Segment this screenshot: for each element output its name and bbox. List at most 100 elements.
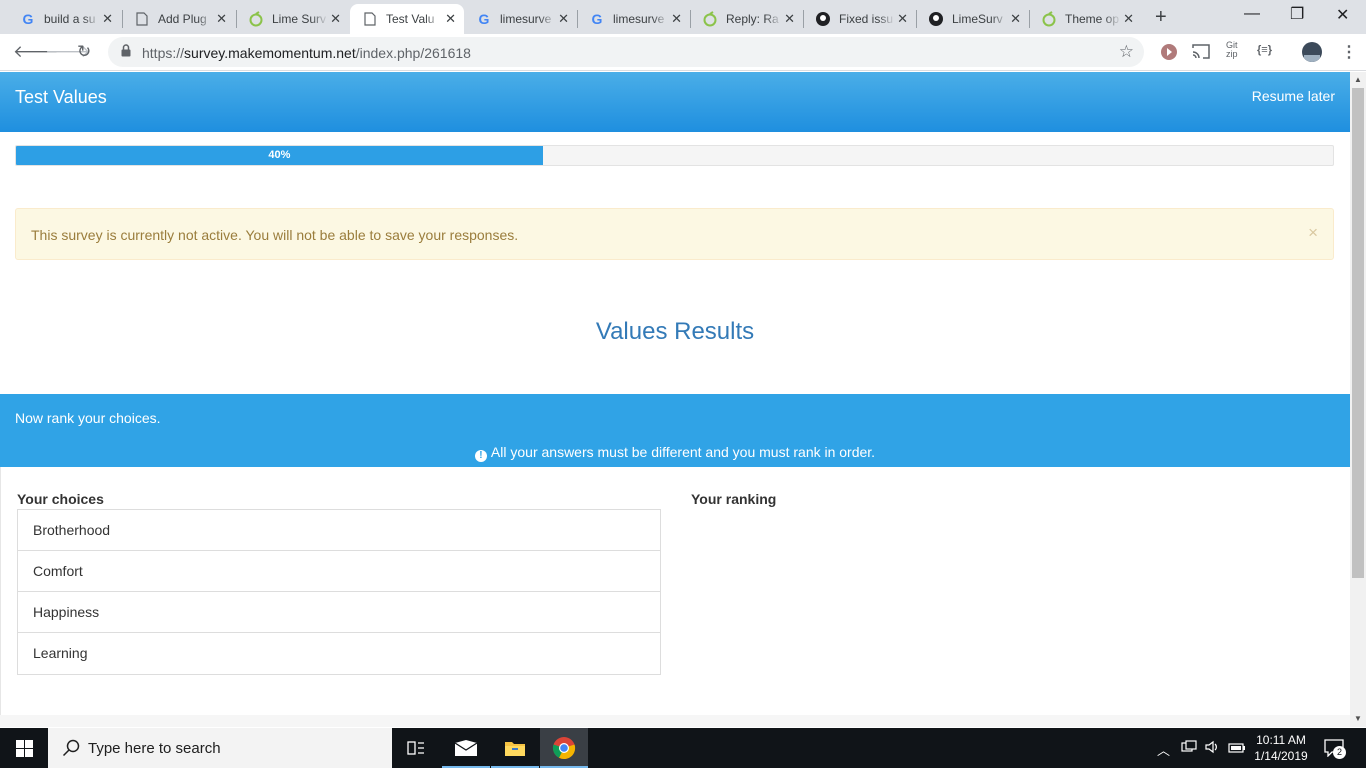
limesurvey-icon [248,11,264,27]
scroll-down-icon[interactable]: ▼ [1354,714,1362,723]
close-icon[interactable]: ✕ [1010,11,1021,27]
progress-bar: 40% [15,145,1334,166]
close-icon[interactable]: ✕ [330,11,341,27]
choice-item-happiness[interactable]: Happiness [18,592,660,633]
cast-icon[interactable] [1192,44,1210,62]
github-icon [928,11,944,27]
page-icon [134,11,150,27]
tray-chevron-icon[interactable]: ︿ [1157,740,1170,759]
svg-text:G: G [592,11,603,27]
minimize-icon[interactable]: — [1244,5,1260,23]
scroll-up-icon[interactable]: ▲ [1354,75,1362,84]
limesurvey-icon [702,11,718,27]
github-icon [815,11,831,27]
tab-title: Reply: Ra [726,12,779,26]
survey-header: Test Values Resume later [0,72,1350,132]
profile-avatar[interactable] [1302,42,1322,65]
progress-fill: 40% [16,146,543,165]
google-icon: G [476,11,492,27]
close-icon[interactable]: ✕ [897,11,908,27]
mail-app-icon[interactable] [442,728,490,768]
close-icon[interactable]: ✕ [558,11,569,27]
google-icon: G [589,11,605,27]
url-prefix: https:// [142,45,185,61]
network-icon[interactable] [1181,740,1197,757]
tab-title: limesurve [613,12,665,26]
file-explorer-icon[interactable] [491,728,539,768]
taskbar-clock[interactable]: 10:11 AM 1/14/2019 [1248,732,1314,764]
tab-title: Test Valu [386,12,435,26]
choice-item-learning[interactable]: Learning [18,633,660,674]
survey-page: Test Values Resume later 40% This survey… [0,72,1350,715]
url-text: https://survey.makemomentum.net/index.ph… [142,45,471,61]
choices-header: Your choices [17,491,104,507]
battery-icon[interactable] [1228,740,1246,757]
group-title: Values Results [595,318,755,345]
question-text: Now rank your choices. [15,410,161,426]
survey-title: Test Values [15,87,107,107]
tab-limesurvey-search-1[interactable]: G limesurve ✕ [464,4,577,34]
tab-fixed-issue[interactable]: Fixed issu ✕ [803,4,916,34]
svg-text:G: G [23,11,34,27]
browser-tab-bar: G build a su ✕ Add Plug ✕ Lime Surv ✕ Te… [0,0,1366,34]
taskbar-search-box[interactable]: Type here to search [48,728,392,768]
notification-count: 2 [1333,746,1346,759]
search-placeholder: Type here to search [88,740,221,757]
task-view-icon[interactable] [392,728,440,768]
question-header: Now rank your choices. ! All your answers… [0,394,1350,467]
clock-time: 10:11 AM [1256,733,1306,747]
question-tip: ! All your answers must be different and … [0,444,1350,462]
tab-build-a-survey[interactable]: G build a su ✕ [8,4,121,34]
close-icon[interactable]: ✕ [216,11,227,27]
close-icon[interactable]: ✕ [671,11,682,27]
record-extension-icon[interactable] [1160,43,1178,64]
close-window-icon[interactable]: ✕ [1336,5,1349,25]
tab-lime-survey[interactable]: Lime Surv ✕ [236,4,349,34]
browser-menu-icon[interactable]: ⋮ [1341,42,1357,62]
json-extension-icon[interactable]: {≡} [1257,44,1272,56]
resume-later-link[interactable]: Resume later [1252,88,1335,104]
tab-reply[interactable]: Reply: Ra ✕ [690,4,803,34]
reload-icon[interactable]: ↻ [77,42,91,62]
tab-test-values[interactable]: Test Valu ✕ [350,4,464,34]
tab-title: Lime Surv [272,12,327,26]
choice-item-comfort[interactable]: Comfort [18,551,660,592]
tab-limesurvey-search-2[interactable]: G limesurve ✕ [577,4,690,34]
limesurvey-icon [1041,11,1057,27]
lock-icon [121,44,131,62]
chrome-app-icon[interactable] [540,728,588,768]
windows-start-icon[interactable] [0,728,48,768]
ranking-header: Your ranking [691,491,777,507]
page-icon [362,11,378,27]
url-host: survey.makemomentum.net [184,45,356,61]
inactive-survey-alert: This survey is currently not active. You… [15,208,1334,260]
url-path: /index.php/261618 [355,45,471,61]
new-tab-icon[interactable]: + [1155,6,1167,29]
address-bar[interactable]: https://survey.makemomentum.net/index.ph… [108,37,1144,67]
browser-toolbar: 🡐 🡒 ↻ https://survey.makemomentum.net/in… [0,34,1366,71]
search-icon [62,739,80,762]
bookmark-star-icon[interactable]: ☆ [1119,42,1134,62]
page-scrollbar[interactable]: ▲ ▼ [1350,72,1366,727]
tab-title: Add Plug [158,12,207,26]
tab-title: LimeSurv [952,12,1003,26]
tab-title: Fixed issu [839,12,894,26]
restore-icon[interactable]: ❐ [1290,4,1304,24]
scrollbar-thumb[interactable] [1352,88,1364,578]
volume-icon[interactable] [1204,739,1220,758]
exclamation-circle-icon: ! [474,450,487,462]
tab-title: limesurve [500,12,552,26]
close-icon[interactable]: ✕ [784,11,795,27]
tab-add-plugin[interactable]: Add Plug ✕ [122,4,235,34]
close-icon[interactable]: × [1308,223,1318,243]
choice-item-brotherhood[interactable]: Brotherhood [18,510,660,551]
tab-limesurvey-github[interactable]: LimeSurv ✕ [916,4,1029,34]
tab-title: Theme op [1065,12,1120,26]
tab-theme-options[interactable]: Theme op ✕ [1029,4,1142,34]
gitzip-extension-icon[interactable]: Git zip [1226,41,1238,59]
notifications-icon[interactable]: 2 [1324,739,1346,762]
close-icon[interactable]: ✕ [1123,11,1134,27]
close-icon[interactable]: ✕ [102,11,113,27]
question-tip-text: All your answers must be different and y… [490,444,876,460]
close-icon[interactable]: ✕ [445,11,456,27]
